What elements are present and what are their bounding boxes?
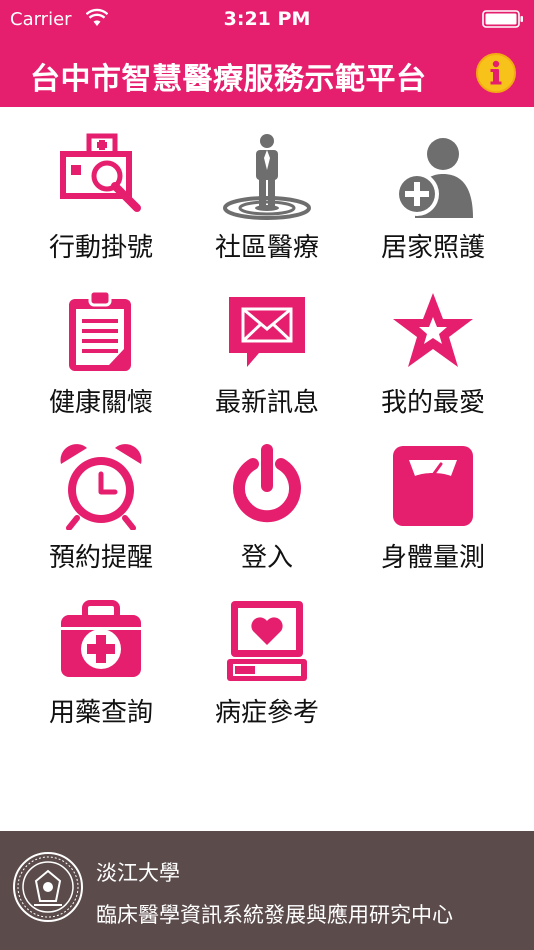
header-bar: Carrier 3:21 PM 台中市智慧醫療服務示範平台 [0, 0, 534, 107]
menu-item-appointment-reminder[interactable]: 預約提醒 [12, 417, 190, 573]
status-bar: Carrier 3:21 PM [0, 0, 534, 40]
menu-item-label: 登入 [240, 543, 293, 573]
menu-item-health-care[interactable]: 健康關懷 [12, 262, 190, 418]
menu-grid: 行動掛號 社區醫療 居家照護 健康關懷 最新訊息 我的最愛 預約提醒 登入 身體… [0, 107, 534, 831]
star-icon [393, 293, 473, 367]
menu-item-mobile-registration[interactable]: 行動掛號 [12, 107, 190, 263]
menu-item-latest-news[interactable]: 最新訊息 [178, 262, 356, 418]
footer-university: 淡江大學 [96, 861, 180, 885]
scale-icon [393, 446, 473, 526]
medical-kit-icon [61, 600, 141, 677]
app-screen: Carrier 3:21 PM 台中市智慧醫療服務示範平台 行動掛號 社區醫療 … [0, 0, 534, 950]
info-button[interactable] [476, 53, 516, 93]
person-add-icon [395, 138, 473, 218]
status-time: 3:21 PM [223, 8, 311, 30]
page-title: 台中市智慧醫療服務示範平台 [30, 62, 427, 97]
heart-monitor-icon [227, 601, 307, 681]
footer-bar: 淡江大學 臨床醫學資訊系統發展與應用研究中心 [0, 831, 534, 950]
menu-item-label: 病症參考 [214, 698, 319, 728]
battery-icon [482, 10, 523, 28]
menu-item-disease-reference[interactable]: 病症參考 [178, 572, 356, 728]
menu-item-label: 身體量測 [380, 543, 485, 573]
hospital-search-icon [60, 133, 141, 212]
menu-item-label: 行動掛號 [48, 233, 153, 263]
alarm-clock-icon [60, 444, 142, 531]
footer-center-name: 臨床醫學資訊系統發展與應用研究中心 [96, 903, 453, 927]
person-target-icon [223, 134, 311, 220]
power-icon [233, 444, 301, 523]
menu-item-medication-query[interactable]: 用藥查詢 [12, 572, 190, 728]
university-seal-icon [13, 852, 83, 922]
clipboard-icon [69, 289, 131, 371]
menu-item-label: 居家照護 [380, 233, 485, 263]
menu-item-home-care[interactable]: 居家照護 [344, 107, 522, 263]
menu-item-label: 預約提醒 [48, 543, 153, 573]
menu-item-label: 用藥查詢 [48, 698, 153, 728]
menu-item-login[interactable]: 登入 [178, 417, 356, 573]
info-icon [490, 60, 502, 85]
menu-item-favorites[interactable]: 我的最愛 [344, 262, 522, 418]
menu-item-label: 最新訊息 [214, 388, 319, 418]
menu-item-label: 健康關懷 [48, 388, 153, 418]
menu-item-label: 社區醫療 [214, 233, 319, 263]
menu-item-label: 我的最愛 [380, 388, 485, 418]
menu-item-community-medical[interactable]: 社區醫療 [178, 107, 356, 263]
mail-bubble-icon [229, 297, 305, 367]
menu-item-body-measurement[interactable]: 身體量測 [344, 417, 522, 573]
